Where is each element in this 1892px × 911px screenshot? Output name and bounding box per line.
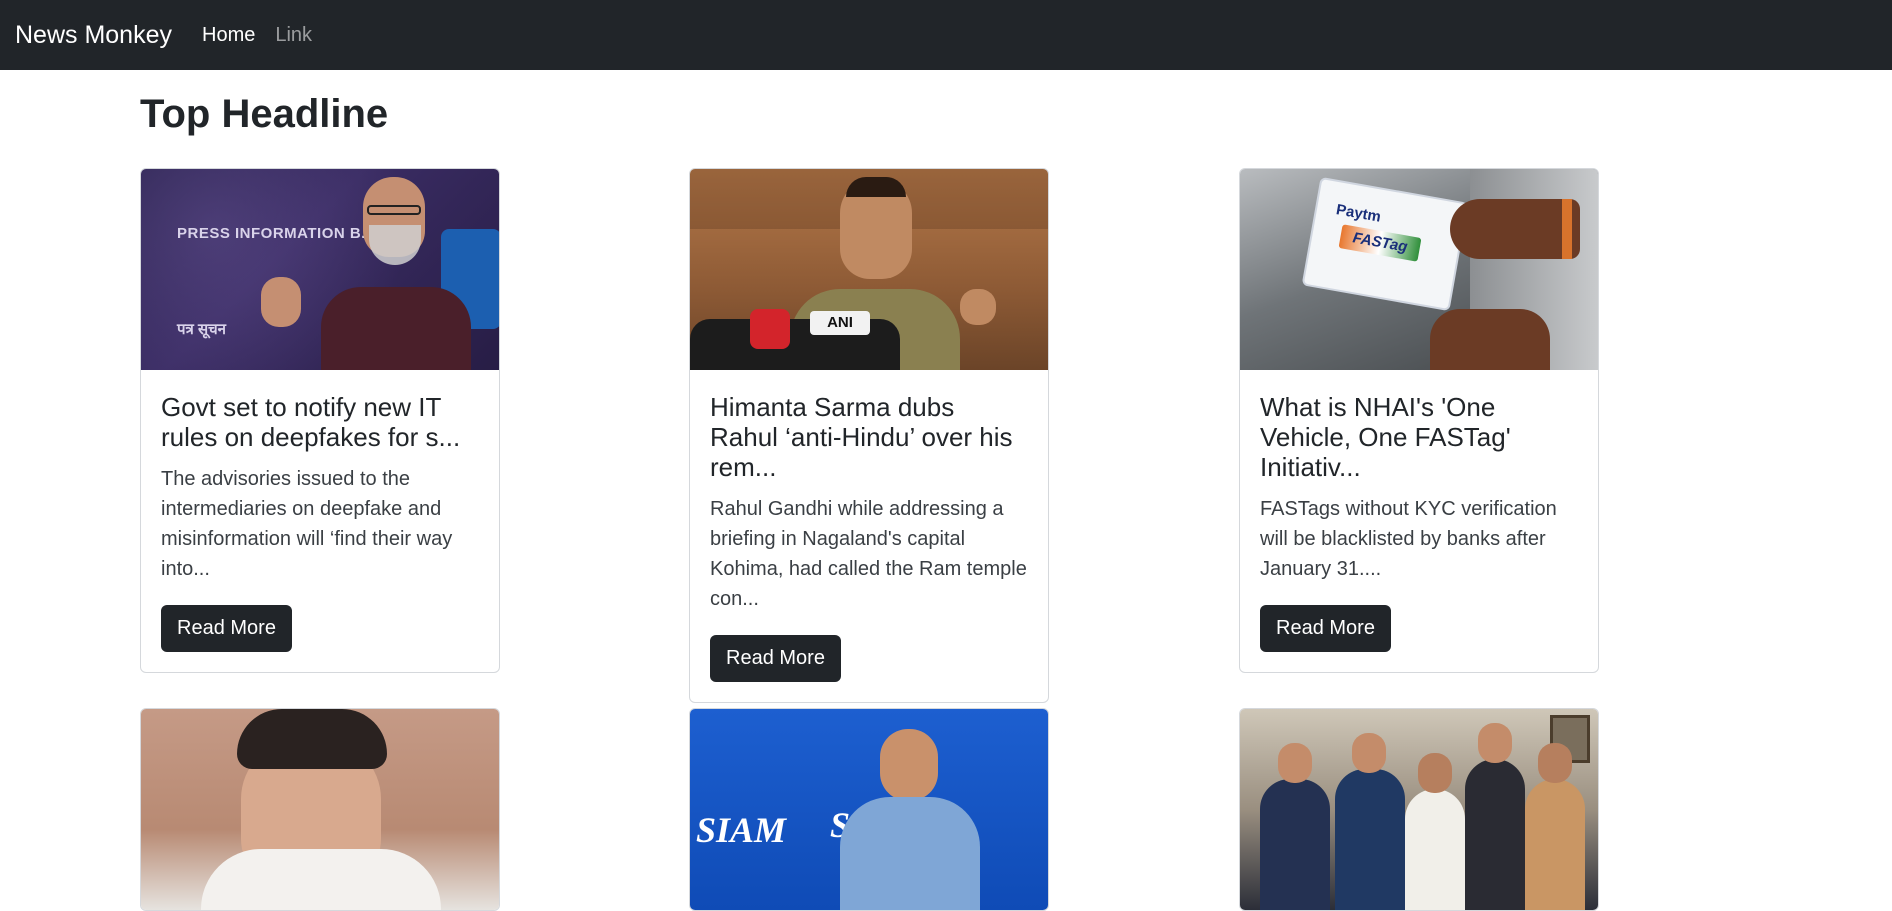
top-navbar: News Monkey Home Link: [0, 0, 1892, 70]
brand-link[interactable]: News Monkey: [15, 21, 172, 50]
news-card-image: Paytm FASTag: [1240, 169, 1598, 370]
news-card: Paytm FASTag What is NHAI's 'One Vehicle…: [1239, 168, 1599, 673]
read-more-button[interactable]: Read More: [161, 605, 292, 652]
news-card: PRESS INFORMATION B...AU पत्र सूचन Govt …: [140, 168, 500, 673]
news-card-image: ANI: [690, 169, 1048, 370]
news-card-description: The advisories issued to the intermediar…: [161, 468, 453, 580]
image-caption-text: SIAM: [696, 810, 787, 850]
read-more-button[interactable]: Read More: [710, 635, 841, 682]
news-card-description: Rahul Gandhi while addressing a briefing…: [710, 498, 1027, 610]
nav-link-link[interactable]: Link: [275, 24, 312, 47]
news-card: [1239, 708, 1599, 911]
news-card-title: Govt set to notify new IT rules on deepf…: [161, 392, 461, 452]
image-caption-text: पत्र सूचन: [177, 321, 226, 338]
page-title: Top Headline: [140, 92, 389, 136]
news-card-image: [141, 709, 499, 910]
news-card-description: FASTags without KYC verification will be…: [1260, 498, 1557, 580]
news-card-image: SIAM SIA: [690, 709, 1048, 910]
news-card-title: Himanta Sarma dubs Rahul ‘anti-Hindu’ ov…: [710, 392, 1013, 482]
news-card: ANI Himanta Sarma dubs Rahul ‘anti-Hindu…: [689, 168, 1049, 703]
nav-link-home[interactable]: Home: [202, 24, 255, 47]
news-card-title: What is NHAI's 'One Vehicle, One FASTag'…: [1260, 392, 1511, 482]
news-card: [140, 708, 500, 911]
read-more-button[interactable]: Read More: [1260, 605, 1391, 652]
news-card-image: PRESS INFORMATION B...AU पत्र सूचन: [141, 169, 499, 370]
image-caption-text: ANI: [810, 311, 870, 335]
news-card-image: [1240, 709, 1598, 910]
news-card: SIAM SIA: [689, 708, 1049, 911]
